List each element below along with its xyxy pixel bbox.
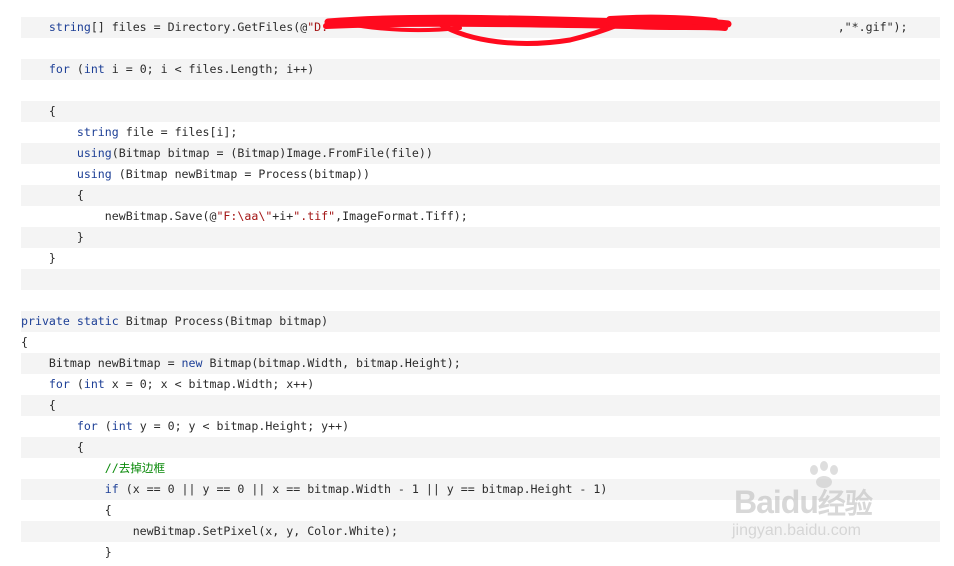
code-text: {	[48, 398, 56, 412]
code-line: }	[21, 227, 940, 248]
code-line: newBitmap.Save(@"F:\aa\"+i+".tif",ImageF…	[21, 206, 940, 227]
code-keyword: string	[76, 125, 119, 139]
code-text: (	[69, 377, 84, 391]
code-line: {	[21, 500, 940, 521]
code-text: {	[104, 503, 112, 517]
code-keyword: for	[48, 62, 70, 76]
code-keyword: private	[21, 314, 70, 328]
code-text: Bitmap(bitmap.Width, bitmap.Height);	[202, 356, 461, 370]
code-string: "F:\aa\"	[216, 209, 273, 223]
code-line: newBitmap.SetPixel(x, y, Color.White);	[21, 521, 940, 542]
code-comment: //去掉边框	[104, 461, 166, 475]
code-text: file = files[i];	[118, 125, 238, 139]
code-keyword: static	[76, 314, 119, 328]
code-text: +i+	[272, 209, 294, 223]
code-line: using (Bitmap newBitmap = Process(bitmap…	[21, 164, 940, 185]
code-line: {	[21, 101, 940, 122]
code-block: string[] files = Directory.GetFiles(@"D:…	[21, 17, 940, 563]
code-text: (Bitmap bitmap = (Bitmap)Image.FromFile(…	[111, 146, 433, 160]
code-line: {	[21, 185, 940, 206]
code-text: (x == 0 || y == 0 || x == bitmap.Width -…	[118, 482, 608, 496]
code-keyword: using	[76, 167, 112, 181]
code-line: if (x == 0 || y == 0 || x == bitmap.Widt…	[21, 479, 940, 500]
code-line: for (int y = 0; y < bitmap.Height; y++)	[21, 416, 940, 437]
code-line: }	[21, 542, 940, 563]
code-keyword: if	[104, 482, 119, 496]
code-text: ,ImageFormat.Tiff);	[335, 209, 468, 223]
code-line: Bitmap newBitmap = new Bitmap(bitmap.Wid…	[21, 353, 940, 374]
code-text: {	[76, 440, 84, 454]
code-text: }	[48, 251, 56, 265]
code-text: {	[76, 188, 84, 202]
code-string: "D:	[307, 20, 329, 34]
code-line: string[] files = Directory.GetFiles(@"D:…	[21, 17, 940, 38]
code-keyword: string	[48, 20, 91, 34]
code-text: newBitmap.Save(@	[104, 209, 217, 223]
code-text: (Bitmap newBitmap = Process(bitmap))	[111, 167, 371, 181]
code-text: (	[69, 62, 84, 76]
code-keyword: new	[181, 356, 203, 370]
code-line: {	[21, 395, 940, 416]
code-text: {	[21, 335, 28, 349]
code-keyword: using	[76, 146, 112, 160]
code-line: for (int x = 0; x < bitmap.Width; x++)	[21, 374, 940, 395]
code-keyword: int	[111, 419, 133, 433]
code-text: }	[104, 545, 112, 559]
code-line: {	[21, 332, 940, 353]
code-line: for (int i = 0; i < files.Length; i++)	[21, 59, 940, 80]
code-line: {	[21, 437, 940, 458]
code-text: i = 0; i < files.Length; i++)	[104, 62, 315, 76]
code-text: (	[97, 419, 112, 433]
code-keyword: for	[48, 377, 70, 391]
code-text: {	[48, 104, 56, 118]
code-text: Bitmap newBitmap =	[48, 356, 182, 370]
code-text: }	[76, 230, 84, 244]
code-text: [] files = Directory.GetFiles(@	[90, 20, 308, 34]
code-string: ".tif"	[293, 209, 336, 223]
code-text: x = 0; x < bitmap.Width; x++)	[104, 377, 315, 391]
code-text: y = 0; y < bitmap.Height; y++)	[132, 419, 350, 433]
code-line: private static Bitmap Process(Bitmap bit…	[21, 311, 940, 332]
code-line	[21, 269, 940, 290]
code-line: using(Bitmap bitmap = (Bitmap)Image.From…	[21, 143, 940, 164]
code-line: }	[21, 248, 940, 269]
code-keyword: for	[76, 419, 98, 433]
code-text: Bitmap Process(Bitmap bitmap)	[118, 314, 329, 328]
code-keyword: int	[83, 377, 105, 391]
code-line: //去掉边框	[21, 458, 940, 479]
code-line: string file = files[i];	[21, 122, 940, 143]
code-text: ,"*.gif");	[837, 20, 908, 34]
code-keyword: int	[83, 62, 105, 76]
code-text: newBitmap.SetPixel(x, y, Color.White);	[132, 524, 398, 538]
